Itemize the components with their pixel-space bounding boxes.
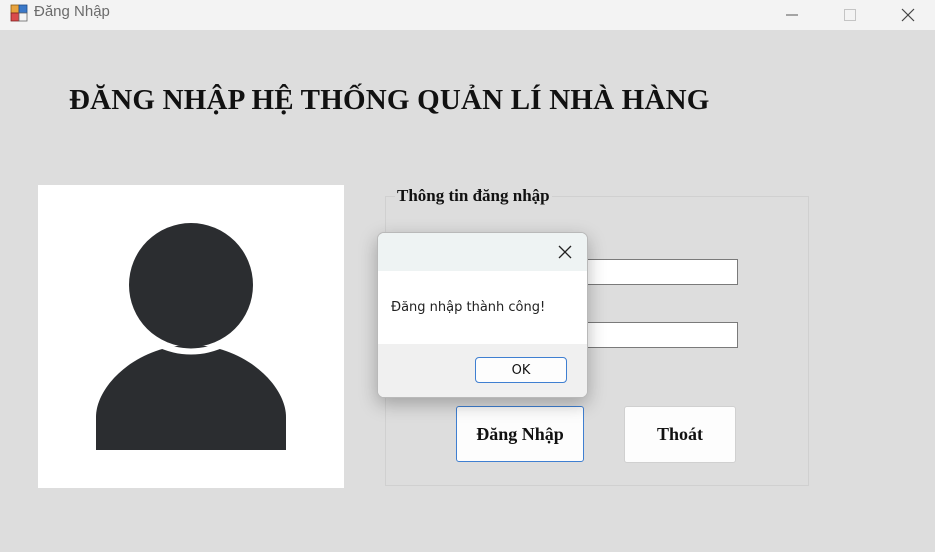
message-dialog: Đăng nhập thành công! OK — [377, 232, 588, 398]
maximize-icon — [844, 9, 856, 21]
window-titlebar: Đăng Nhập — [0, 0, 935, 30]
exit-button[interactable]: Thoát — [624, 406, 736, 463]
close-icon — [901, 8, 915, 22]
close-window-button[interactable] — [879, 0, 935, 30]
ok-button[interactable]: OK — [475, 357, 567, 383]
login-button[interactable]: Đăng Nhập — [456, 406, 584, 462]
minimize-button[interactable] — [763, 0, 821, 30]
avatar-picture — [38, 185, 344, 488]
maximize-button[interactable] — [821, 0, 879, 30]
user-avatar-icon — [96, 221, 286, 450]
username-input[interactable] — [583, 259, 738, 285]
window-title: Đăng Nhập — [34, 3, 110, 20]
minimize-icon — [786, 14, 798, 16]
dialog-message: Đăng nhập thành công! — [391, 300, 546, 315]
page-title: ĐĂNG NHẬP HỆ THỐNG QUẢN LÍ NHÀ HÀNG — [69, 84, 710, 116]
app-icon — [10, 4, 28, 22]
login-group-label: Thông tin đăng nhập — [395, 186, 552, 206]
password-input[interactable] — [583, 322, 738, 348]
dialog-close-button[interactable] — [551, 239, 579, 265]
dialog-footer: OK — [378, 344, 587, 397]
close-icon — [558, 245, 572, 259]
